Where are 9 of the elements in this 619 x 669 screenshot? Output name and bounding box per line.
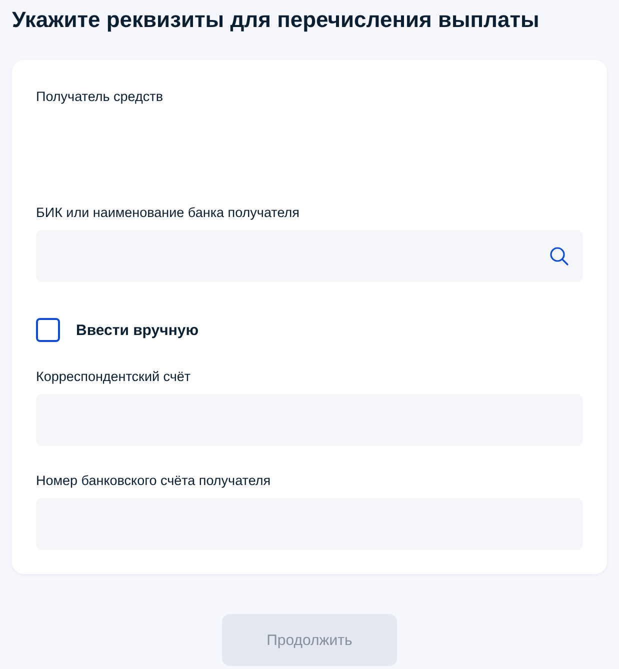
checkbox[interactable] [36,318,60,342]
field-label: Номер банковского счёта получателя [36,472,272,490]
search-icon[interactable] [549,246,569,266]
field-label: Корреспондентский счёт [36,368,192,386]
bank-search-field[interactable] [36,230,583,282]
checkbox-label: Ввести вручную [76,322,199,338]
field-label: Получатель средств [36,88,164,106]
page-title: Укажите реквизиты для перечисления выплаты [12,6,540,34]
field-label: БИК или наименование банка получателя [36,204,300,222]
